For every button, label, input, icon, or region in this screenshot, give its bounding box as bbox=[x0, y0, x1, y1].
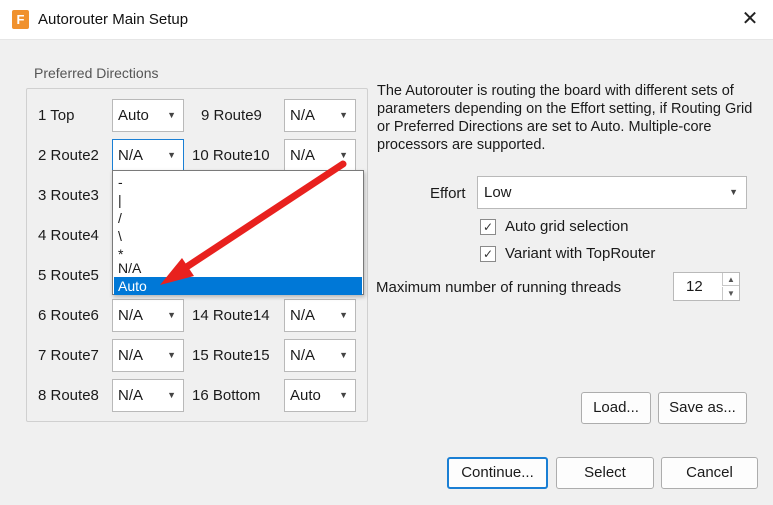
direction-combo-10[interactable]: N/A ▼ bbox=[284, 139, 356, 172]
dropdown-arrow-icon: ▼ bbox=[167, 110, 176, 120]
layer-label-9: 9 Route9 bbox=[201, 107, 262, 124]
direction-combo-16[interactable]: Auto ▼ bbox=[284, 379, 356, 412]
direction-value: Auto bbox=[118, 107, 149, 124]
close-icon[interactable]: ✕ bbox=[733, 4, 767, 36]
cancel-button[interactable]: Cancel bbox=[661, 457, 758, 489]
window-title: Autorouter Main Setup bbox=[38, 11, 189, 28]
dropdown-arrow-icon: ▼ bbox=[339, 310, 348, 320]
dropdown-arrow-icon: ▼ bbox=[339, 110, 348, 120]
layer-label-8: 8 Route8 bbox=[38, 387, 99, 404]
threads-spinbox[interactable]: 12 ▲ ▼ bbox=[673, 272, 740, 301]
spin-down-icon[interactable]: ▼ bbox=[722, 287, 739, 300]
threads-value[interactable]: 12 bbox=[686, 278, 703, 295]
dropdown-option[interactable]: \ bbox=[114, 227, 362, 245]
layer-label-10: 10 Route10 bbox=[192, 147, 270, 164]
layer-label-14: 14 Route14 bbox=[192, 307, 270, 324]
direction-value: N/A bbox=[118, 307, 144, 324]
variant-toprouter-label[interactable]: Variant with TopRouter bbox=[505, 245, 655, 262]
layer-label-7: 7 Route7 bbox=[38, 347, 99, 364]
layer-label-3: 3 Route3 bbox=[38, 187, 99, 204]
direction-value: N/A bbox=[118, 147, 144, 164]
variant-toprouter-checkbox[interactable]: ✓ bbox=[480, 246, 496, 262]
check-icon: ✓ bbox=[482, 247, 494, 261]
layer-label-2: 2 Route2 bbox=[38, 147, 99, 164]
dropdown-option-selected[interactable]: Auto bbox=[114, 277, 362, 295]
autorouter-description: The Autorouter is routing the board with… bbox=[377, 83, 753, 153]
dropdown-option[interactable]: N/A bbox=[114, 259, 362, 277]
dropdown-arrow-icon: ▼ bbox=[339, 390, 348, 400]
direction-value: N/A bbox=[118, 347, 144, 364]
dropdown-arrow-icon: ▼ bbox=[339, 350, 348, 360]
threads-label: Maximum number of running threads bbox=[376, 279, 622, 296]
dropdown-arrow-icon: ▼ bbox=[339, 150, 348, 160]
direction-combo-1[interactable]: Auto ▼ bbox=[112, 99, 184, 132]
layer-label-4: 4 Route4 bbox=[38, 227, 99, 244]
direction-combo-14[interactable]: N/A ▼ bbox=[284, 299, 356, 332]
save-as-button[interactable]: Save as... bbox=[658, 392, 747, 424]
dropdown-arrow-icon: ▼ bbox=[729, 187, 738, 197]
dropdown-arrow-icon: ▼ bbox=[167, 310, 176, 320]
auto-grid-checkbox[interactable]: ✓ bbox=[480, 219, 496, 235]
dropdown-option[interactable]: / bbox=[114, 209, 362, 227]
continue-button[interactable]: Continue... bbox=[447, 457, 548, 489]
direction-value: N/A bbox=[290, 147, 316, 164]
select-button[interactable]: Select bbox=[556, 457, 654, 489]
direction-combo-2[interactable]: N/A ▼ bbox=[112, 139, 184, 172]
layer-label-16: 16 Bottom bbox=[192, 387, 261, 404]
effort-combo[interactable]: Low ▼ bbox=[477, 176, 747, 209]
auto-grid-label[interactable]: Auto grid selection bbox=[505, 218, 628, 235]
layer-label-5: 5 Route5 bbox=[38, 267, 99, 284]
direction-combo-15[interactable]: N/A ▼ bbox=[284, 339, 356, 372]
app-icon: F bbox=[12, 10, 29, 29]
effort-value: Low bbox=[484, 184, 512, 201]
direction-value: N/A bbox=[118, 387, 144, 404]
title-bar: F Autorouter Main Setup ✕ bbox=[0, 0, 773, 40]
load-button[interactable]: Load... bbox=[581, 392, 651, 424]
dropdown-arrow-icon: ▼ bbox=[167, 350, 176, 360]
layer-label-1: 1 Top bbox=[38, 107, 75, 124]
layer-label-6: 6 Route6 bbox=[38, 307, 99, 324]
dropdown-option[interactable]: - bbox=[114, 173, 362, 191]
dropdown-option[interactable]: | bbox=[114, 191, 362, 209]
dropdown-arrow-icon: ▼ bbox=[167, 150, 176, 160]
effort-label: Effort bbox=[430, 185, 466, 202]
direction-value: N/A bbox=[290, 107, 316, 124]
direction-value: N/A bbox=[290, 307, 316, 324]
direction-combo-9[interactable]: N/A ▼ bbox=[284, 99, 356, 132]
spin-up-icon[interactable]: ▲ bbox=[722, 273, 739, 286]
dropdown-arrow-icon: ▼ bbox=[167, 390, 176, 400]
check-icon: ✓ bbox=[482, 220, 494, 234]
direction-dropdown-list: - | / \ * N/A Auto bbox=[112, 170, 364, 295]
direction-value: Auto bbox=[290, 387, 321, 404]
direction-combo-8[interactable]: N/A ▼ bbox=[112, 379, 184, 412]
direction-combo-7[interactable]: N/A ▼ bbox=[112, 339, 184, 372]
direction-value: N/A bbox=[290, 347, 316, 364]
layer-label-15: 15 Route15 bbox=[192, 347, 270, 364]
preferred-directions-title: Preferred Directions bbox=[33, 65, 160, 81]
direction-combo-6[interactable]: N/A ▼ bbox=[112, 299, 184, 332]
